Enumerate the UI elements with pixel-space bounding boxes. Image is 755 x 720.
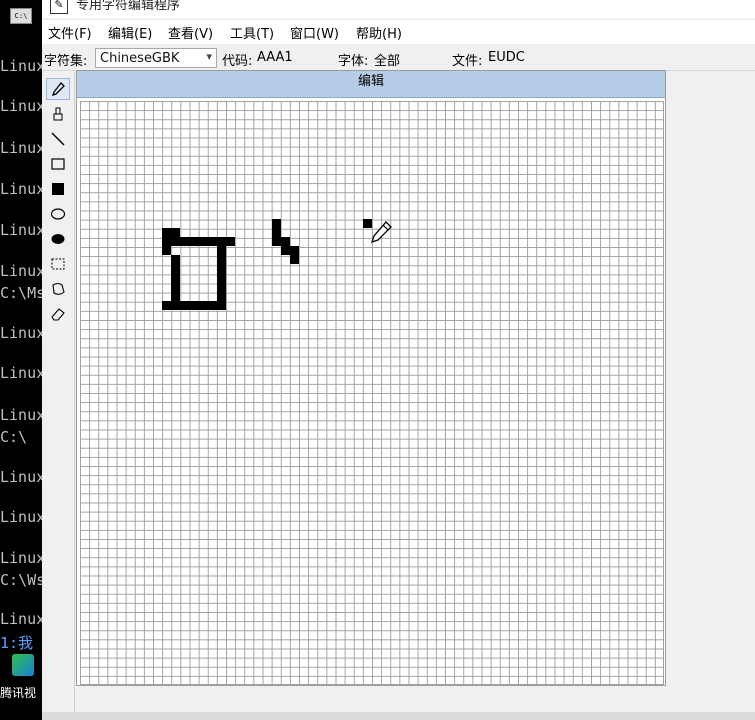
console-line: Linux xyxy=(0,262,42,280)
drawn-pixel xyxy=(272,219,281,237)
video-app-icon xyxy=(12,654,34,676)
menu-file[interactable]: 文件(F) xyxy=(48,23,92,42)
rectangle-filled-tool[interactable] xyxy=(46,178,70,200)
eudc-editor-window: ✎ 专用字符编辑程序 文件(F) 编辑(E) 查看(V) 工具(T) 窗口(W)… xyxy=(42,0,755,720)
console-line: Linux xyxy=(0,139,42,157)
freeform-select-icon xyxy=(52,282,65,295)
console-line: Linux xyxy=(0,549,42,567)
console-line: Linux xyxy=(0,180,42,198)
app-icon: ✎ xyxy=(50,0,68,14)
console-line: Linux xyxy=(0,97,42,115)
taskbar-app-label: 腾讯视 xyxy=(0,686,37,700)
rect-select-tool[interactable] xyxy=(46,253,70,275)
console-line: Linux xyxy=(0,406,42,424)
rectangle-filled-icon xyxy=(52,183,64,195)
drawn-pixel xyxy=(217,246,226,301)
pencil-icon xyxy=(51,82,65,97)
brush-icon xyxy=(53,107,63,121)
taskbar-app-shortcut[interactable]: 腾讯视 xyxy=(0,650,42,710)
toolbox xyxy=(42,72,75,712)
console-line: C:\Ms xyxy=(0,284,42,302)
ellipse-outline-tool[interactable] xyxy=(46,203,70,225)
drawn-pixel xyxy=(162,301,226,310)
drawn-pixel xyxy=(272,237,290,246)
menu-tools[interactable]: 工具(T) xyxy=(230,23,274,42)
rectangle-outline-icon xyxy=(51,158,65,170)
background-console-window: C:\ Linux Linux Linux Linux Linux Linux C:\Ms L… xyxy=(0,0,42,720)
ellipse-filled-tool[interactable] xyxy=(46,228,70,250)
charset-label: 字符集: xyxy=(44,54,88,69)
drawn-pixel xyxy=(162,246,171,255)
menu-view[interactable]: 查看(V) xyxy=(168,23,213,42)
window-title: 专用字符编辑程序 xyxy=(76,0,181,13)
ellipse-filled-icon xyxy=(51,234,65,244)
drawn-pixel xyxy=(290,255,299,264)
pencil-cursor-icon xyxy=(370,221,392,244)
console-line: Linux xyxy=(0,508,42,526)
charset-select[interactable]: ChineseGBK ▾ xyxy=(95,48,217,68)
console-line: C:\ xyxy=(0,428,28,446)
code-label: 代码: xyxy=(222,54,253,69)
pixel-grid-canvas[interactable] xyxy=(80,101,664,685)
console-line: Linux xyxy=(0,364,42,382)
console-icon: C:\ xyxy=(10,8,32,24)
console-line: Linux xyxy=(0,324,42,342)
file-label: 文件: xyxy=(452,54,483,69)
menu-bar: 文件(F) 编辑(E) 查看(V) 工具(T) 窗口(W) 帮助(H) xyxy=(42,20,755,44)
menu-edit[interactable]: 编辑(E) xyxy=(108,23,152,42)
drawn-pixel xyxy=(281,246,299,255)
ellipse-outline-icon xyxy=(50,208,66,220)
chevron-down-icon: ▾ xyxy=(206,50,212,63)
drawn-pixel xyxy=(162,228,180,237)
console-line: Linux xyxy=(0,468,42,486)
info-bar: 字符集: ChineseGBK ▾ 代码: AAA1 字体: 全部 文件: EU… xyxy=(42,46,755,71)
code-value: AAA1 xyxy=(257,50,293,65)
rect-select-icon xyxy=(51,258,65,270)
window-bottom-edge xyxy=(42,712,755,720)
freeform-select-tool[interactable] xyxy=(46,278,70,300)
drawn-pixel xyxy=(162,237,235,246)
pencil-tool[interactable] xyxy=(46,78,70,100)
font-value: 全部 xyxy=(374,54,401,69)
font-label: 字体: xyxy=(338,54,369,69)
edit-panel: 编辑 xyxy=(76,70,666,686)
console-line: Linux xyxy=(0,57,42,75)
eraser-icon xyxy=(51,308,65,321)
console-line: C:\Ws xyxy=(0,571,42,589)
brush-tool[interactable] xyxy=(46,103,70,125)
console-line: Linux xyxy=(0,221,42,239)
drawn-pixel xyxy=(171,255,180,301)
file-value: EUDC xyxy=(488,50,525,65)
menu-help[interactable]: 帮助(H) xyxy=(356,23,402,42)
menu-window[interactable]: 窗口(W) xyxy=(290,23,339,42)
line-icon xyxy=(51,132,65,146)
console-line: Linux xyxy=(0,610,42,628)
rectangle-outline-tool[interactable] xyxy=(46,153,70,175)
line-tool[interactable] xyxy=(46,128,70,150)
title-bar[interactable]: ✎ 专用字符编辑程序 xyxy=(42,0,755,18)
edit-panel-header: 编辑 xyxy=(77,71,665,98)
eraser-tool[interactable] xyxy=(46,303,70,325)
charset-value: ChineseGBK xyxy=(100,51,180,66)
